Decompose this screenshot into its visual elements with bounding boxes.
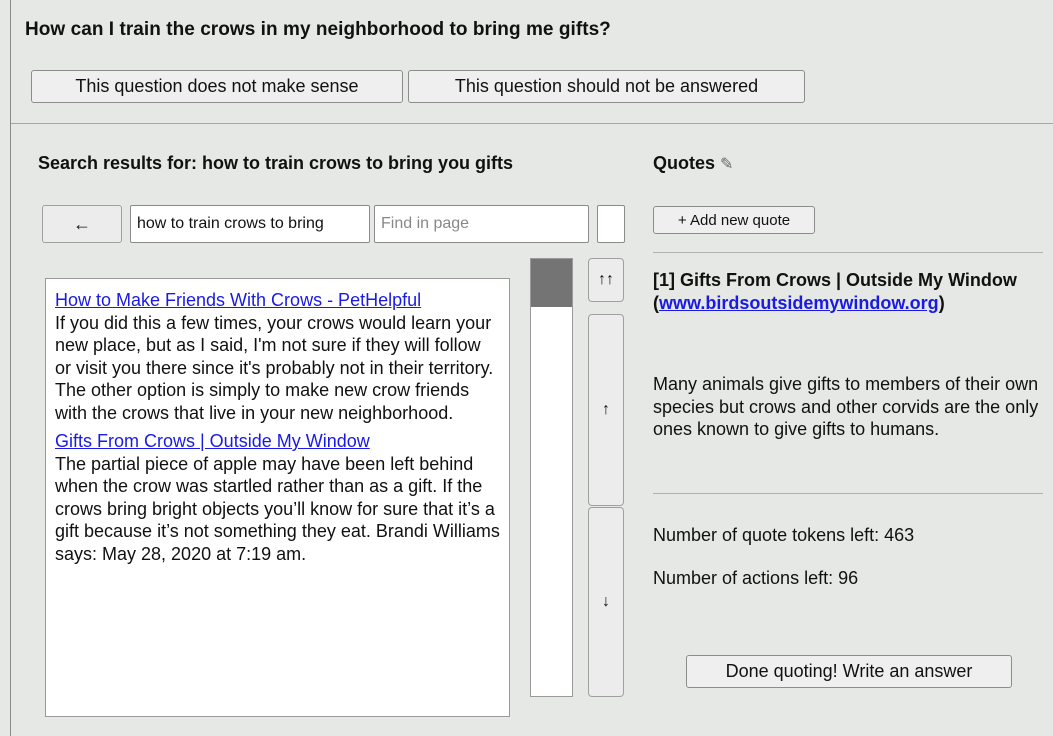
- actions-left: Number of actions left: 96: [653, 568, 859, 588]
- quote-tokens-left: Number of quote tokens left: 463: [653, 525, 915, 545]
- search-result: Gifts From Crows | Outside My Window The…: [55, 430, 500, 565]
- quote-text: Many animals give gifts to members of th…: [653, 374, 1039, 439]
- scrollbar-thumb[interactable]: [531, 259, 572, 307]
- quotes-title: Quotes: [653, 153, 716, 173]
- divider: [11, 123, 1053, 124]
- divider: [653, 493, 1043, 494]
- quote-source-link[interactable]: www.birdsoutsidemywindow.org: [659, 293, 939, 313]
- quote-link-close: ): [938, 292, 945, 313]
- question-no-sense-button[interactable]: This question does not make sense: [31, 70, 403, 103]
- result-link[interactable]: How to Make Friends With Crows - PetHelp…: [55, 289, 500, 312]
- scroll-to-top-button[interactable]: ↑↑: [588, 258, 624, 302]
- result-link[interactable]: Gifts From Crows | Outside My Window: [55, 430, 500, 453]
- find-count-box[interactable]: [597, 205, 625, 243]
- scroll-up-button[interactable]: ↑: [588, 314, 624, 506]
- results-scrollbar[interactable]: [530, 258, 573, 697]
- question-no-answer-button[interactable]: This question should not be answered: [408, 70, 805, 103]
- find-in-page-input[interactable]: [374, 205, 589, 243]
- search-results-title: Search results for: how to train crows t…: [38, 153, 514, 173]
- pencil-icon[interactable]: ✎: [720, 156, 733, 173]
- done-quoting-button[interactable]: Done quoting! Write an answer: [686, 655, 1012, 688]
- add-quote-button[interactable]: + Add new quote: [653, 206, 815, 234]
- search-query-input[interactable]: [130, 205, 370, 243]
- result-snippet: The partial piece of apple may have been…: [55, 453, 500, 564]
- back-button[interactable]: ←: [42, 205, 122, 243]
- quotes-heading: Quotes ✎: [653, 153, 733, 174]
- scroll-down-button[interactable]: ↓: [588, 507, 624, 697]
- divider: [653, 252, 1043, 253]
- search-results-panel[interactable]: How to Make Friends With Crows - PetHelp…: [45, 278, 510, 717]
- search-result: How to Make Friends With Crows - PetHelp…: [55, 289, 500, 424]
- question-heading: How can I train the crows in my neighbor…: [25, 19, 611, 40]
- result-snippet: If you did this a few times, your crows …: [55, 312, 494, 423]
- quote-title-text: [1] Gifts From Crows | Outside My Window: [653, 270, 1017, 290]
- quote-title: [1] Gifts From Crows | Outside My Window…: [653, 269, 1038, 314]
